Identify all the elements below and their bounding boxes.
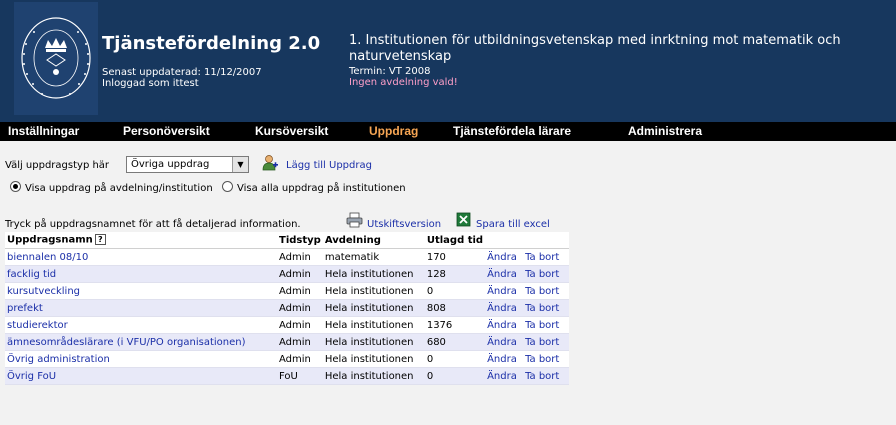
row-department: Hela institutionen [322,333,425,351]
delete-link[interactable]: Ta bort [525,337,559,348]
col-tidstyp: Tidstyp [277,232,323,249]
nav-administrera[interactable]: Administrera [628,124,702,138]
last-updated: Senast uppdaterad: 11/12/2007 [102,67,262,78]
assignment-name-link[interactable]: kursutveckling [7,286,80,297]
term-label: Termin: VT 2008 [349,66,431,77]
row-time: 0 [424,350,486,368]
main-nav: Inställningar Personöversikt Kursöversik… [0,122,896,141]
row-type: Admin [277,333,323,351]
table-row: Övrig administration Admin Hela institut… [5,350,569,368]
table-header-row: Uppdragsnamn? Tidstyp Avdelning Utlagd t… [5,232,569,249]
nav-installningar[interactable]: Inställningar [8,124,79,138]
edit-link[interactable]: Ändra [487,303,517,314]
row-type: FoU [277,367,323,385]
row-type: Admin [277,350,323,368]
col-andra [485,232,524,249]
info-text: Tryck på uppdragsnamnet för att få detal… [5,219,301,230]
table-row: studierektor Admin Hela institutionen 13… [5,316,569,334]
edit-link[interactable]: Ändra [487,320,517,331]
edit-link[interactable]: Ändra [487,354,517,365]
assignment-name-link[interactable]: biennalen 08/10 [7,252,88,263]
assignment-name-link[interactable]: ämnesområdeslärare (i VFU/PO organisatio… [7,337,246,348]
assignment-name-link[interactable]: facklig tid [7,269,56,280]
delete-link[interactable]: Ta bort [525,371,559,382]
edit-link[interactable]: Ändra [487,337,517,348]
nav-kursoversikt[interactable]: Kursöversikt [255,124,328,138]
nav-uppdrag[interactable]: Uppdrag [369,124,418,138]
delete-link[interactable]: Ta bort [525,269,559,280]
assignment-type-value: Övriga uppdrag [131,159,210,170]
chevron-down-icon: ▼ [232,157,248,172]
col-uppdragsnamn: Uppdragsnamn? [5,232,277,249]
radio-show-all[interactable] [222,181,233,192]
table-row: kursutveckling Admin Hela institutionen … [5,282,569,300]
row-time: 808 [424,299,486,317]
app-title: Tjänstefördelning 2.0 [102,33,321,54]
row-type: Admin [277,299,323,317]
table-row: Övrig FoU FoU Hela institutionen 0 Ändra… [5,367,569,385]
institution-name: 1. Institutionen för utbildningsvetenska… [349,33,841,64]
col-utlagd-tid: Utlagd tid [424,232,486,249]
print-version-link[interactable]: Utskiftsversion [367,219,441,230]
radio-show-department[interactable] [10,181,21,192]
col-ta-bort [523,232,569,249]
header-banner: Tjänstefördelning 2.0 Senast uppdaterad:… [0,0,896,122]
row-type: Admin [277,265,323,283]
assignment-type-label: Välj uppdragstyp här [5,160,110,171]
row-type: Admin [277,282,323,300]
row-department: Hela institutionen [322,316,425,334]
row-department: Hela institutionen [322,350,425,368]
assignments-table: Uppdragsnamn? Tidstyp Avdelning Utlagd t… [5,232,569,385]
row-time: 680 [424,333,486,351]
add-assignment-link[interactable]: Lägg till Uppdrag [286,160,372,171]
help-icon[interactable]: ? [94,234,106,246]
row-time: 170 [424,248,486,266]
assignment-name-link[interactable]: studierektor [7,320,68,331]
table-row: ämnesområdeslärare (i VFU/PO organisatio… [5,333,569,351]
add-user-icon[interactable] [262,154,278,171]
logged-in-user: Inloggad som ittest [102,78,199,89]
edit-link[interactable]: Ändra [487,252,517,263]
delete-link[interactable]: Ta bort [525,303,559,314]
radio-show-department-label: Visa uppdrag på avdelning/institution [25,183,213,194]
radio-show-all-label: Visa alla uppdrag på institutionen [237,183,406,194]
edit-link[interactable]: Ändra [487,286,517,297]
edit-link[interactable]: Ändra [487,269,517,280]
table-row: facklig tid Admin Hela institutionen 128… [5,265,569,283]
row-department: Hela institutionen [322,367,425,385]
delete-link[interactable]: Ta bort [525,252,559,263]
row-department: Hela institutionen [322,299,425,317]
row-department: Hela institutionen [322,282,425,300]
col-uppdragsnamn-label: Uppdragsnamn [7,234,93,246]
nav-personoversikt[interactable]: Personöversikt [123,124,210,138]
assignment-name-link[interactable]: Övrig FoU [7,371,56,382]
assignment-name-link[interactable]: prefekt [7,303,43,314]
no-department-warning: Ingen avdelning vald! [349,77,458,88]
row-time: 1376 [424,316,486,334]
row-time: 0 [424,367,486,385]
assignment-type-select[interactable]: Övriga uppdrag ▼ [126,156,249,173]
row-department: matematik [322,248,425,266]
row-time: 0 [424,282,486,300]
save-excel-link[interactable]: Spara till excel [476,219,550,230]
printer-icon[interactable] [346,212,363,228]
nav-tjanstefordela-larare[interactable]: Tjänstefördela lärare [453,124,571,138]
delete-link[interactable]: Ta bort [525,354,559,365]
row-type: Admin [277,316,323,334]
col-avdelning: Avdelning [322,232,425,249]
row-type: Admin [277,248,323,266]
row-department: Hela institutionen [322,265,425,283]
excel-icon[interactable] [456,212,471,227]
assignment-name-link[interactable]: Övrig administration [7,354,110,365]
crown-seal-icon [21,17,91,99]
table-row: biennalen 08/10 Admin matematik 170 Ändr… [5,248,569,266]
university-logo [14,2,98,115]
table-row: prefekt Admin Hela institutionen 808 Änd… [5,299,569,317]
delete-link[interactable]: Ta bort [525,286,559,297]
row-time: 128 [424,265,486,283]
edit-link[interactable]: Ändra [487,371,517,382]
delete-link[interactable]: Ta bort [525,320,559,331]
